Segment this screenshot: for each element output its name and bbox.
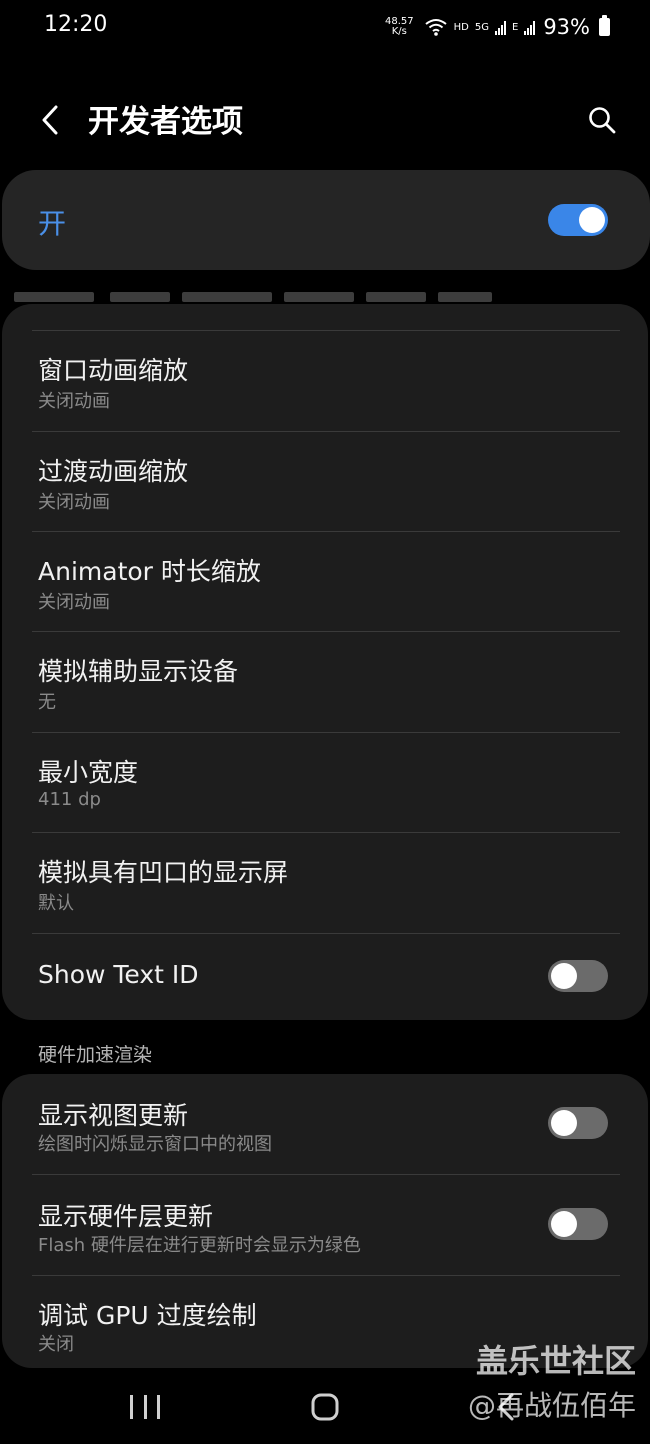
wifi-icon <box>425 19 447 36</box>
home-button[interactable] <box>310 1392 340 1422</box>
app-bar: 开发者选项 <box>0 80 650 160</box>
toggle-knob <box>551 963 577 989</box>
list-item-simulate-secondary-display[interactable]: 模拟辅助显示设备 无 <box>2 632 648 732</box>
sim2-label: E <box>511 21 519 33</box>
hardware-rendering-card: 显示视图更新 绘图时闪烁显示窗口中的视图 显示硬件层更新 Flash 硬件层在进… <box>2 1074 648 1368</box>
chevron-left-icon <box>42 105 58 135</box>
show-view-updates-toggle[interactable] <box>548 1107 608 1139</box>
item-subtitle: Flash 硬件层在进行更新时会显示为绿色 <box>38 1235 361 1256</box>
watermark-author: @再战伍佰年 <box>467 1389 636 1422</box>
list-item-transition-animation-scale[interactable]: 过渡动画缩放 关闭动画 <box>2 432 648 532</box>
item-title: 模拟辅助显示设备 <box>38 657 239 686</box>
status-icons: 48.57 K/s HD 5G E 93% <box>385 12 610 42</box>
list-item-window-animation-scale[interactable]: 窗口动画缩放 关闭动画 <box>2 331 648 431</box>
item-title: 过渡动画缩放 <box>38 457 189 486</box>
item-title: 窗口动画缩放 <box>38 356 189 385</box>
signal-icon <box>494 19 506 35</box>
recents-icon-bar <box>143 1395 147 1419</box>
search-button[interactable] <box>582 100 622 140</box>
recents-icon <box>130 1395 133 1419</box>
battery-percent: 93% <box>543 15 590 39</box>
scrolled-off-row-fragment <box>14 292 494 304</box>
item-title: Show Text ID <box>38 960 199 989</box>
item-subtitle: 绘图时闪烁显示窗口中的视图 <box>38 1134 272 1155</box>
master-switch-label: 开 <box>38 207 67 240</box>
list-item-display-cutout[interactable]: 模拟具有凹口的显示屏 默认 <box>2 833 648 933</box>
list-item-show-text-id[interactable]: Show Text ID <box>2 934 648 1020</box>
master-toggle[interactable] <box>548 204 608 236</box>
network-speed: 48.57 K/s <box>385 17 414 37</box>
recents-button[interactable] <box>130 1392 160 1422</box>
status-bar: 12:20 48.57 K/s HD 5G E 93% <box>0 0 650 56</box>
battery-icon <box>599 15 610 36</box>
item-subtitle: 关闭动画 <box>38 391 110 412</box>
list-item-show-view-updates[interactable]: 显示视图更新 绘图时闪烁显示窗口中的视图 <box>2 1074 648 1174</box>
toggle-knob <box>579 207 605 233</box>
list-item-smallest-width[interactable]: 最小宽度 411 dp <box>2 733 648 833</box>
list-item-animator-duration-scale[interactable]: Animator 时长缩放 关闭动画 <box>2 532 648 632</box>
item-subtitle: 关闭动画 <box>38 592 110 613</box>
item-title: Animator 时长缩放 <box>38 557 261 586</box>
item-title: 最小宽度 <box>38 758 139 787</box>
toggle-knob <box>551 1211 577 1237</box>
item-subtitle: 关闭 <box>38 1334 74 1355</box>
item-subtitle: 默认 <box>38 893 74 914</box>
section-header-hardware-rendering: 硬件加速渲染 <box>38 1044 153 1066</box>
show-text-id-toggle[interactable] <box>548 960 608 992</box>
show-hw-layer-updates-toggle[interactable] <box>548 1208 608 1240</box>
item-title: 显示视图更新 <box>38 1101 189 1130</box>
settings-list-card: 窗口动画缩放 关闭动画 过渡动画缩放 关闭动画 Animator 时长缩放 关闭… <box>2 304 648 1020</box>
watermark-community: 盖乐世社区 <box>475 1342 636 1380</box>
item-title: 显示硬件层更新 <box>38 1202 214 1231</box>
toggle-knob <box>551 1110 577 1136</box>
recents-icon-bar <box>157 1395 160 1419</box>
hd-label: HD <box>453 21 469 33</box>
item-subtitle: 关闭动画 <box>38 492 110 513</box>
status-time: 12:20 <box>44 12 108 37</box>
item-title: 调试 GPU 过度绘制 <box>38 1301 257 1330</box>
developer-options-master-switch[interactable]: 开 <box>2 170 650 270</box>
signal-icon-2 <box>524 19 536 35</box>
back-button[interactable] <box>30 100 70 140</box>
search-icon <box>589 107 616 134</box>
list-item-show-hardware-layer-updates[interactable]: 显示硬件层更新 Flash 硬件层在进行更新时会显示为绿色 <box>2 1175 648 1275</box>
sim1-label: 5G <box>474 21 489 33</box>
home-icon <box>311 1393 339 1421</box>
item-title: 模拟具有凹口的显示屏 <box>38 858 289 887</box>
network-speed-unit: K/s <box>391 26 407 37</box>
page-title: 开发者选项 <box>88 104 243 140</box>
item-subtitle: 411 dp <box>38 789 101 810</box>
item-subtitle: 无 <box>38 692 56 713</box>
